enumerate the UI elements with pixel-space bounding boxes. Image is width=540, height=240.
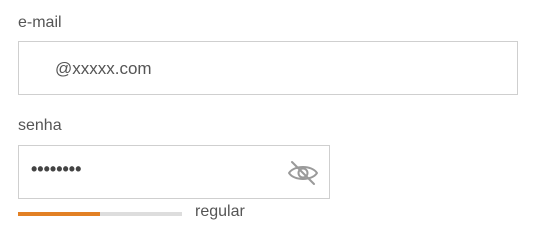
- password-strength-bar: [18, 212, 182, 216]
- password-strength-label: regular: [195, 203, 245, 220]
- email-label: e-mail: [18, 14, 62, 31]
- password-value: ••••••••: [31, 159, 82, 179]
- email-input[interactable]: @xxxxx.com: [18, 41, 518, 95]
- eye-slash-icon[interactable]: [287, 159, 319, 187]
- password-input[interactable]: ••••••••: [18, 145, 330, 199]
- password-strength-fill: [18, 212, 100, 216]
- password-label: senha: [18, 117, 62, 134]
- email-value: @xxxxx.com: [55, 59, 152, 78]
